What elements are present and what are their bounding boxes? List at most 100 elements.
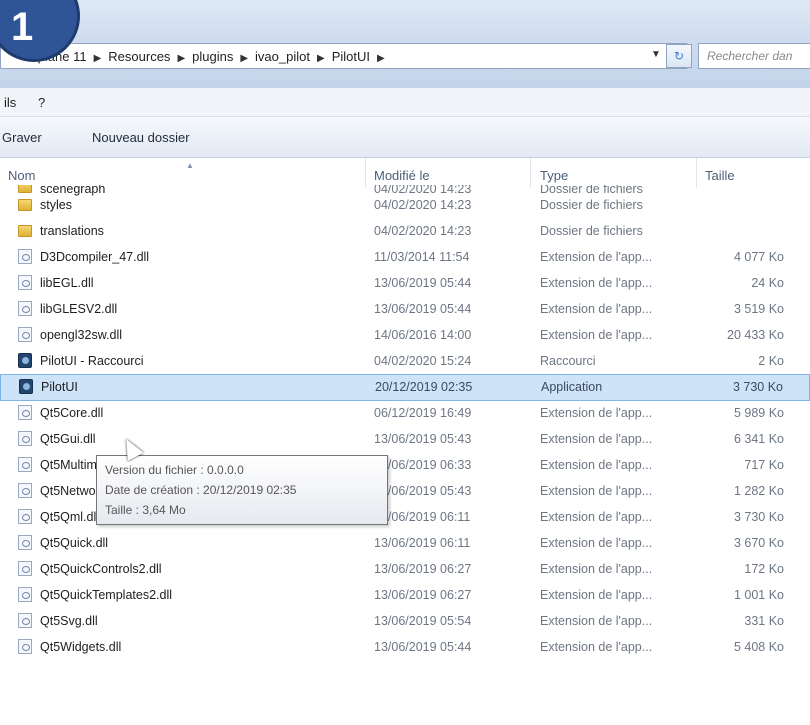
file-name: libGLESV2.dll: [40, 302, 118, 316]
file-type: Extension de l'app...: [540, 640, 653, 654]
breadcrumb-item[interactable]: PilotUI: [332, 49, 370, 64]
menu-item[interactable]: ils: [4, 95, 16, 110]
column-divider[interactable]: [365, 158, 366, 188]
file-size: 3 730 Ko: [733, 510, 784, 524]
file-type: Extension de l'app...: [540, 588, 653, 602]
file-size: 24 Ko: [751, 276, 784, 290]
dll-file-icon: [18, 431, 32, 446]
file-type: Extension de l'app...: [540, 536, 653, 550]
dll-file-icon: [18, 535, 32, 550]
file-name: opengl32sw.dll: [40, 328, 123, 342]
file-row[interactable]: libEGL.dll 13/06/2019 05:44 Extension de l…: [0, 271, 810, 295]
file-row[interactable]: Qt5Quick.dll 13/06/2019 06:11 Extension de…: [0, 531, 810, 555]
menu-item-help[interactable]: ?: [38, 95, 45, 110]
address-area: Xplane 11 ▶ Resources ▶ plugins ▶ ivao_pilot ▶ P…: [0, 0, 810, 88]
file-size: 2 Ko: [758, 354, 784, 368]
file-modified: 13/06/2019 05:44: [374, 640, 472, 654]
folder-icon: [18, 225, 32, 237]
file-row[interactable]: Qt5Core.dll 06/12/2019 16:49 Extension de …: [0, 401, 810, 425]
breadcrumb-item[interactable]: plugins: [192, 49, 233, 64]
file-type: Extension de l'app...: [540, 432, 653, 446]
column-divider[interactable]: [530, 158, 531, 188]
address-dropdown-icon[interactable]: ▼: [651, 49, 661, 60]
file-row[interactable]: Qt5QuickControls2.dll 13/06/2019 06:27 Ext…: [0, 557, 810, 581]
file-name: PilotUI - Raccourci: [40, 354, 144, 368]
file-name: Qt5QuickTemplates2.dll: [40, 588, 173, 602]
dll-file-icon: [18, 275, 32, 290]
file-name: Qt5Gui.dll: [40, 432, 96, 446]
file-modified: 13/06/2019 05:54: [374, 614, 472, 628]
file-row[interactable]: PilotUI 20/12/2019 02:35 Application 3 730 …: [0, 374, 810, 401]
column-header-size[interactable]: Taille: [705, 168, 735, 183]
file-size: 172 Ko: [744, 562, 784, 576]
file-name: Qt5Multim: [40, 458, 97, 472]
folder-icon: [18, 199, 32, 211]
file-row[interactable]: opengl32sw.dll 14/06/2016 14:00 Extension …: [0, 323, 810, 347]
file-name: translations: [40, 224, 104, 238]
breadcrumb-arrow-icon[interactable]: ▶: [317, 53, 325, 64]
address-bar[interactable]: Xplane 11 ▶ Resources ▶ plugins ▶ ivao_pilot ▶ P…: [0, 43, 688, 69]
dll-file-icon: [18, 613, 32, 628]
file-name: styles: [40, 198, 72, 212]
file-size: 3 519 Ko: [733, 302, 784, 316]
file-modified: 11/03/2014 11:54: [374, 250, 470, 264]
file-row[interactable]: Qt5QuickTemplates2.dll 13/06/2019 06:27 Ex…: [0, 583, 810, 607]
file-modified: 13/06/2019 06:27: [374, 562, 472, 576]
file-row[interactable]: styles 04/02/2020 14:23 Dossier de fichier…: [0, 193, 810, 217]
breadcrumb-arrow-icon[interactable]: ▶: [240, 53, 248, 64]
file-size: 4 077 Ko: [733, 250, 784, 264]
file-size: 1 001 Ko: [733, 588, 784, 602]
file-type: Raccourci: [540, 354, 596, 368]
breadcrumb-arrow-icon[interactable]: ▶: [377, 53, 385, 64]
application-icon: [19, 379, 33, 394]
file-name: libEGL.dll: [40, 276, 94, 290]
search-input[interactable]: Rechercher dan: [698, 43, 810, 69]
file-name: Qt5Core.dll: [40, 406, 104, 420]
new-folder-button[interactable]: Nouveau dossier: [92, 130, 190, 145]
dll-file-icon: [18, 301, 32, 316]
file-name: Qt5Quick.dll: [40, 536, 109, 550]
file-type: Extension de l'app...: [540, 484, 653, 498]
folder-icon: [18, 185, 32, 193]
column-header-type[interactable]: Type: [540, 168, 568, 183]
file-type: Extension de l'app...: [540, 406, 653, 420]
column-header-modified[interactable]: Modifié le: [374, 168, 430, 183]
file-type: Dossier de fichiers: [540, 224, 643, 238]
file-modified: 20/12/2019 02:35: [375, 380, 473, 394]
file-row[interactable]: libGLESV2.dll 13/06/2019 05:44 Extension d…: [0, 297, 810, 321]
tooltip-created: Date de création : 20/12/2019 02:35: [105, 483, 297, 497]
breadcrumb-item[interactable]: Resources: [108, 49, 170, 64]
dll-file-icon: [18, 249, 32, 264]
file-type: Extension de l'app...: [540, 458, 653, 472]
file-modified: 04/02/2020 15:24: [374, 354, 472, 368]
file-row[interactable]: Qt5Svg.dll 13/06/2019 05:54 Extension de l…: [0, 609, 810, 633]
file-modified: 04/02/2020 14:23: [374, 198, 472, 212]
file-type: Extension de l'app...: [540, 250, 653, 264]
burn-button[interactable]: Graver: [2, 130, 42, 145]
file-modified: 13/06/2019 05:43: [374, 484, 472, 498]
breadcrumb: Xplane 11 ▶ Resources ▶ plugins ▶ ivao_pilot ▶ P…: [29, 49, 392, 64]
file-size: 6 341 Ko: [733, 432, 784, 446]
column-header-name[interactable]: Nom: [8, 168, 35, 183]
file-row[interactable]: translations 04/02/2020 14:23 Dossier de f…: [0, 219, 810, 243]
shortcut-icon: [18, 353, 32, 368]
file-type: Dossier de fichiers: [540, 198, 643, 212]
breadcrumb-arrow-icon[interactable]: ▶: [94, 53, 102, 64]
column-headers: Nom ▲ Modifié le Type Taille: [0, 158, 810, 188]
file-size: 5 408 Ko: [733, 640, 784, 654]
breadcrumb-arrow-icon[interactable]: ▶: [177, 53, 185, 64]
file-type: Extension de l'app...: [540, 510, 653, 524]
dll-file-icon: [18, 327, 32, 342]
dll-file-icon: [18, 457, 32, 472]
breadcrumb-item[interactable]: ivao_pilot: [255, 49, 310, 64]
file-row[interactable]: PilotUI - Raccourci 04/02/2020 15:24 Racco…: [0, 349, 810, 373]
refresh-icon[interactable]: ↻: [666, 44, 692, 68]
file-size: 1 282 Ko: [733, 484, 784, 498]
file-row[interactable]: D3Dcompiler_47.dll 11/03/2014 11:54 Extens…: [0, 245, 810, 269]
column-divider[interactable]: [696, 158, 697, 188]
file-name: D3Dcompiler_47.dll: [40, 250, 150, 264]
tooltip-size: Taille : 3,64 Mo: [105, 503, 186, 517]
file-name: Qt5Qml.dll: [40, 510, 100, 524]
file-size: 3 670 Ko: [733, 536, 784, 550]
file-row[interactable]: Qt5Widgets.dll 13/06/2019 05:44 Extension …: [0, 635, 810, 659]
